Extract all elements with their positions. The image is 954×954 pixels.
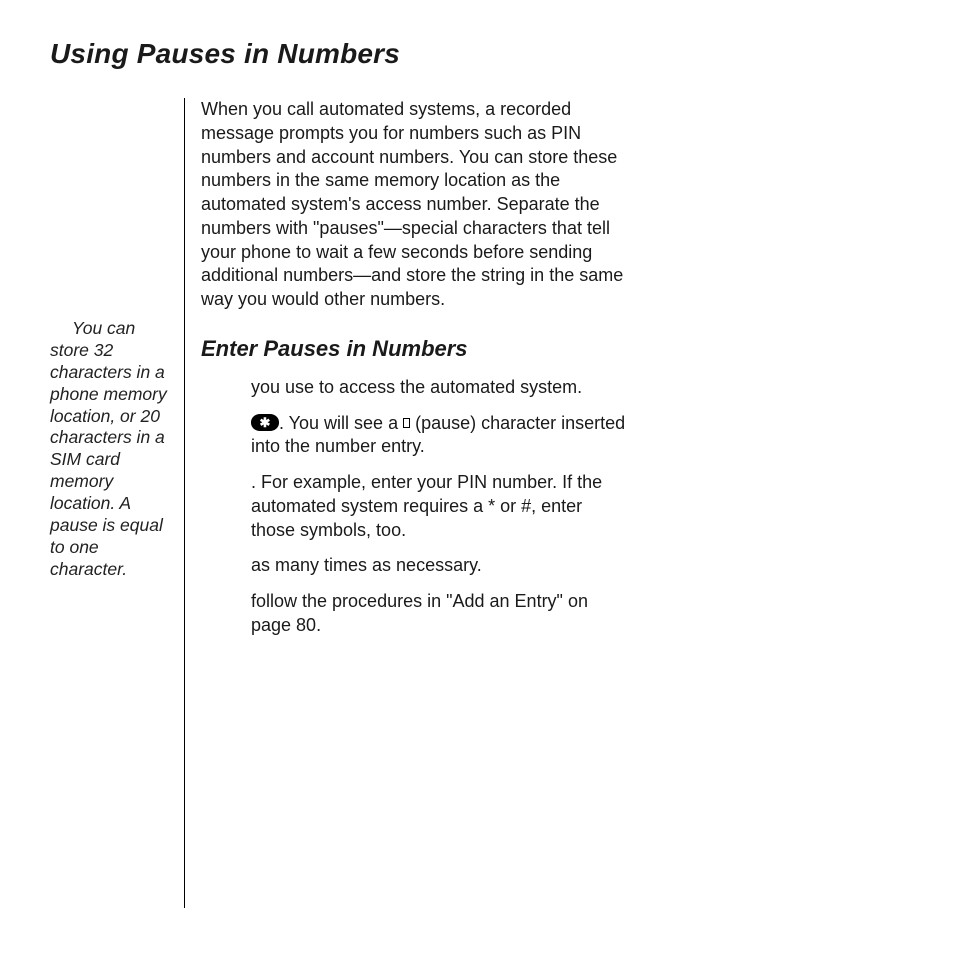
margin-note: You can store 32 characters in a phone m… [50,318,174,581]
asterisk-key-icon: ✱ [251,414,279,431]
step-2-text-a: . You will see a [279,413,403,433]
step-2: ✱ . You will see a (pause) character ins… [251,412,631,460]
pause-character-icon [403,418,410,428]
step-5-text: follow the procedures in "Add an Entry" … [251,591,588,635]
section-subheading: Enter Pauses in Numbers [201,336,631,362]
step-4: as many times as necessary. [251,554,631,578]
content-column: When you call automated systems, a recor… [185,98,631,908]
step-1-text: you use to access the automated system. [251,377,582,397]
manual-page: Using Pauses in Numbers You can store 32… [0,0,954,954]
intro-paragraph: When you call automated systems, a recor… [201,98,631,312]
step-1: you use to access the automated system. [251,376,631,400]
step-3-text: . For example, enter your PIN number. If… [251,472,602,540]
sidebar-column: You can store 32 characters in a phone m… [50,98,184,908]
step-4-text: as many times as necessary. [251,555,482,575]
two-column-layout: You can store 32 characters in a phone m… [50,98,909,908]
page-title: Using Pauses in Numbers [50,38,909,70]
step-3: . For example, enter your PIN number. If… [251,471,631,542]
asterisk-key-label: ✱ [260,416,271,429]
steps-list: you use to access the automated system. … [201,376,631,638]
step-5: follow the procedures in "Add an Entry" … [251,590,631,638]
